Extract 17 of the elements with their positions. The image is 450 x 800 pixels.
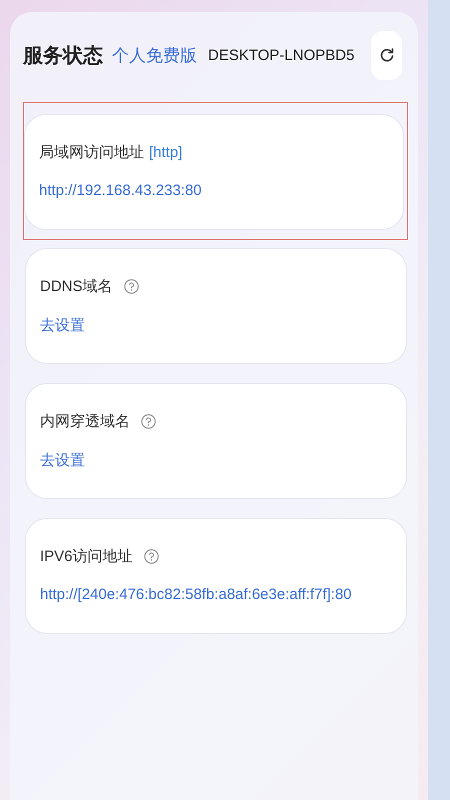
edition-link[interactable]: 个人免费版 (112, 44, 197, 66)
refresh-icon (378, 47, 394, 63)
address-link[interactable]: http://192.168.43.233:80 (39, 182, 389, 199)
protocol-tag: [http] (149, 144, 182, 161)
help-icon[interactable] (144, 549, 159, 564)
card-label: IPV6访问地址 (40, 547, 133, 566)
page-title: 服务状态 (23, 44, 103, 68)
refresh-button[interactable] (371, 30, 402, 80)
address-link[interactable]: 去设置 (40, 451, 392, 470)
address-link[interactable]: http://[240e:476:bc82:58fb:a8af:6e3e:aff:f7f]:80 (40, 586, 392, 603)
help-icon[interactable] (124, 279, 139, 294)
card-label: 内网穿透域名 (40, 412, 130, 431)
address-link[interactable]: 去设置 (40, 316, 392, 335)
device-name: DESKTOP-LNOPBD5 (208, 46, 354, 64)
card-label: 局域网访问地址 (39, 143, 144, 162)
card-label: DDNS域名 (40, 277, 113, 296)
help-icon[interactable] (141, 414, 156, 429)
